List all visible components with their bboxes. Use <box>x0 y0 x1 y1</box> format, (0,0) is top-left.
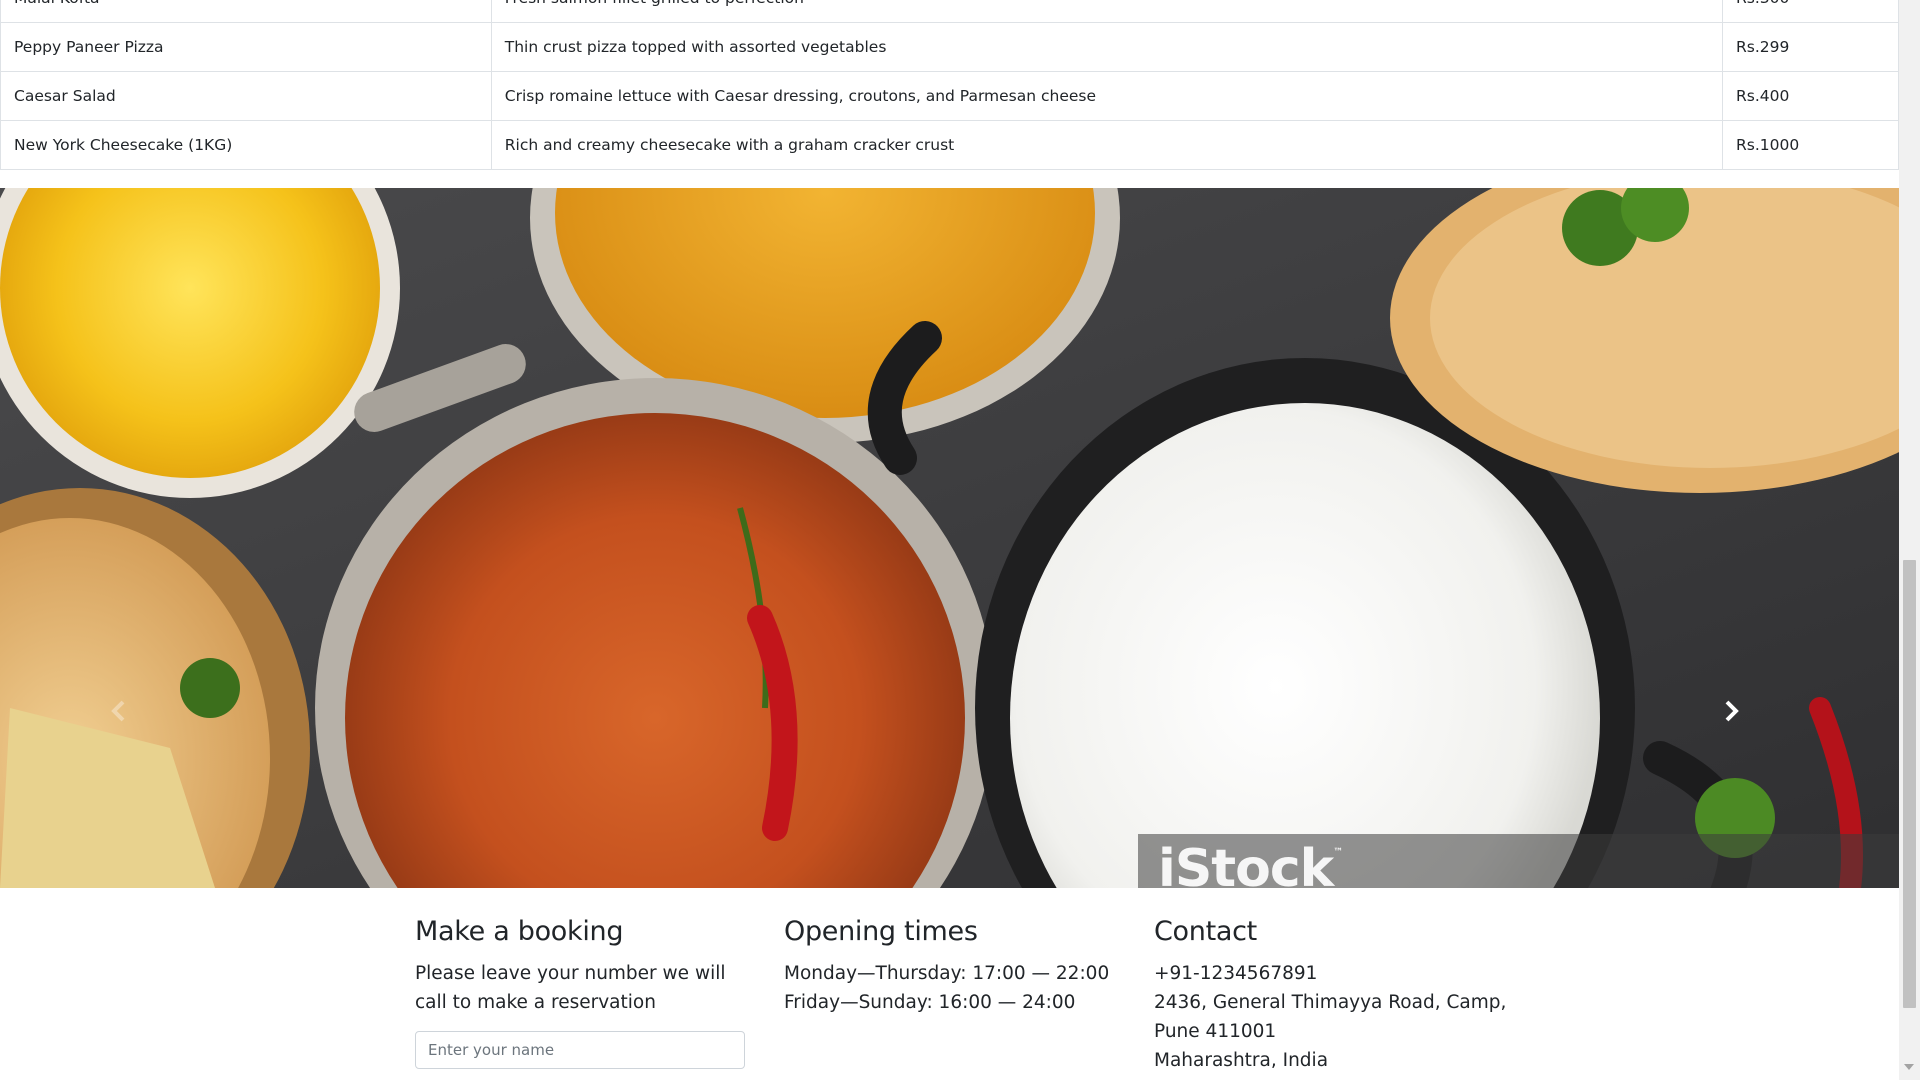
dish-name: Peppy Paneer Pizza <box>0 22 492 72</box>
page-scrollbar[interactable] <box>1899 0 1920 1080</box>
food-carousel[interactable]: iStock™ <box>0 188 1899 888</box>
dish-name: Caesar Salad <box>0 71 492 121</box>
dish-description: Thin crust pizza topped with assorted ve… <box>490 22 1724 72</box>
dish-price: Rs.299 <box>1722 22 1899 72</box>
carousel-food-image <box>0 188 1899 888</box>
booking-section: Make a booking Please leave your number … <box>415 916 755 1069</box>
contact-title: Contact <box>1154 916 1257 947</box>
contact-phone: +91-1234567891 <box>1154 963 1318 984</box>
dish-price: Rs.300 <box>1722 0 1899 23</box>
contact-address-line: Pune 411001 <box>1154 1021 1277 1042</box>
contact-address-line: Maharashtra, India <box>1154 1050 1329 1071</box>
menu-table: Malai Kofta Fresh salmon fillet grilled … <box>0 0 1899 170</box>
dish-description: Crisp romaine lettuce with Caesar dressi… <box>490 71 1724 121</box>
name-input[interactable] <box>415 1031 745 1069</box>
table-row: Malai Kofta Fresh salmon fillet grilled … <box>0 0 1899 23</box>
dish-description: Fresh salmon fillet grilled to perfectio… <box>490 0 1724 23</box>
contact-address-line: 2436, General Thimayya Road, Camp, <box>1154 992 1507 1013</box>
opening-times-line: Monday—Thursday: 17:00 — 22:00 <box>784 963 1110 984</box>
table-row: New York Cheesecake (1KG) Rich and cream… <box>0 120 1899 170</box>
istock-watermark: iStock™ <box>1158 839 1343 888</box>
contact-section: Contact +91-1234567891 2436, General Thi… <box>1154 916 1534 1075</box>
dish-description: Rich and creamy cheesecake with a graham… <box>490 120 1724 170</box>
scroll-down-arrow-icon[interactable] <box>1904 1064 1914 1070</box>
scrollbar-thumb[interactable] <box>1903 560 1916 1008</box>
dish-name: New York Cheesecake (1KG) <box>0 120 492 170</box>
dish-price: Rs.400 <box>1722 71 1899 121</box>
carousel-next-button[interactable] <box>1722 700 1792 752</box>
opening-times-section: Opening times Monday—Thursday: 17:00 — 2… <box>784 916 1124 1017</box>
opening-times-line: Friday—Sunday: 16:00 — 24:00 <box>784 992 1076 1013</box>
opening-times-title: Opening times <box>784 916 978 947</box>
table-row: Caesar Salad Crisp romaine lettuce with … <box>0 71 1899 121</box>
booking-text: Please leave your number we will call to… <box>415 963 726 1013</box>
chevron-right-icon <box>1725 700 1739 722</box>
booking-title: Make a booking <box>415 916 624 947</box>
dish-name: Malai Kofta <box>0 0 492 23</box>
table-row: Peppy Paneer Pizza Thin crust pizza topp… <box>0 22 1899 72</box>
page: Malai Kofta Fresh salmon fillet grilled … <box>0 0 1899 1080</box>
carousel-prev-button[interactable] <box>110 700 180 752</box>
dish-price: Rs.1000 <box>1722 120 1899 170</box>
chevron-left-icon <box>111 700 125 722</box>
